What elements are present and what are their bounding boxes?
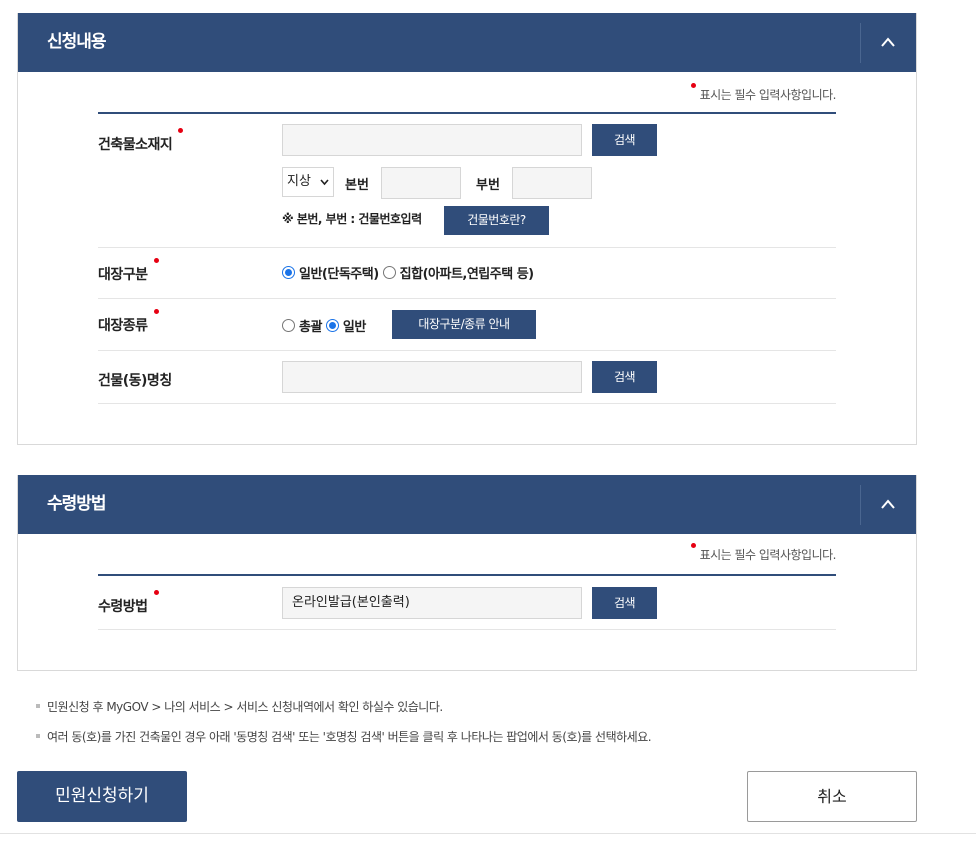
application-panel: 신청내용 표시는 필수 입력사항입니다. 건축물소재지 검색 지상 본번 부번 … <box>17 13 917 445</box>
application-panel-header: 신청내용 <box>18 13 916 72</box>
register-category-label: 대장구분 <box>98 258 159 284</box>
ground-select[interactable]: 지상 <box>282 167 334 197</box>
register-category-radios: 일반(단독주택) 집합(아파트,연립주택 등) <box>282 263 538 282</box>
building-no-help-button[interactable]: 건물번호란? <box>444 206 549 235</box>
notice-item: 여러 동(호)를 가진 건축물인 경우 아래 '동명칭 검색' 또는 '호명칭 … <box>36 728 652 745</box>
receipt-panel-title: 수령방법 <box>47 494 107 514</box>
sub-no-input[interactable] <box>512 167 592 199</box>
row-register-category: 대장구분 일반(단독주택) 집합(아파트,연립주택 등) <box>98 248 836 299</box>
collapse-toggle-button[interactable] <box>860 23 916 63</box>
radio-button[interactable] <box>325 319 339 332</box>
receipt-form: 수령방법 온라인발급(본인출력) 검색 <box>98 574 836 630</box>
register-type-radios: 총괄 일반 <box>282 316 370 335</box>
receipt-method-search-button[interactable]: 검색 <box>592 587 657 619</box>
row-building-location: 건축물소재지 검색 지상 본번 부번 ※ 본번, 부번 : 건물번호입력 건물번… <box>98 114 836 248</box>
building-name-search-button[interactable]: 검색 <box>592 361 657 393</box>
required-dot-icon <box>153 258 159 263</box>
collapse-toggle-button[interactable] <box>860 485 916 525</box>
application-panel-title: 신청내용 <box>47 32 107 52</box>
required-note: 표시는 필수 입력사항입니다. <box>690 543 837 563</box>
receipt-panel: 수령방법 표시는 필수 입력사항입니다. 수령방법 온라인발급(본인출력) 검색 <box>17 475 917 671</box>
radio-summary[interactable]: 총괄 <box>282 316 322 335</box>
building-name-label: 건물(동)명칭 <box>98 373 172 389</box>
radio-button[interactable] <box>282 266 295 279</box>
radio-general[interactable]: 일반 <box>325 316 366 335</box>
register-guide-button[interactable]: 대장구분/종류 안내 <box>392 310 536 339</box>
receipt-panel-header: 수령방법 <box>18 475 916 534</box>
row-register-type: 대장종류 총괄 일반 대장구분/종류 안내 <box>98 299 836 351</box>
required-dot-icon <box>178 128 184 133</box>
receipt-method-label: 수령방법 <box>98 590 159 616</box>
address-input[interactable] <box>282 124 582 156</box>
required-note-text: 표시는 필수 입력사항입니다. <box>699 88 837 102</box>
chevron-down-icon <box>320 179 329 186</box>
notice-item: 민원신청 후 MyGOV > 나의 서비스 > 서비스 신청내역에서 확인 하실… <box>36 698 651 715</box>
chevron-up-icon <box>881 499 895 509</box>
chevron-up-icon <box>881 37 895 47</box>
bottom-divider <box>0 833 976 834</box>
main-no-input[interactable] <box>381 167 461 199</box>
sub-no-label: 부번 <box>476 178 500 193</box>
cancel-button[interactable]: 취소 <box>747 771 917 822</box>
required-dot-icon <box>153 309 159 314</box>
row-building-name: 건물(동)명칭 검색 <box>98 351 836 404</box>
radio-collective[interactable]: 집합(아파트,연립주택 등) <box>382 263 534 282</box>
address-search-button[interactable]: 검색 <box>592 124 657 156</box>
receipt-method-input[interactable]: 온라인발급(본인출력) <box>282 587 582 619</box>
main-no-label: 본번 <box>345 178 369 193</box>
radio-general-detached[interactable]: 일반(단독주택) <box>282 263 379 282</box>
notice-list: 민원신청 후 MyGOV > 나의 서비스 > 서비스 신청내역에서 확인 하실… <box>36 698 652 758</box>
building-location-label: 건축물소재지 <box>98 128 184 154</box>
building-no-hint: ※ 본번, 부번 : 건물번호입력 <box>282 212 422 226</box>
required-dot-icon <box>153 590 159 595</box>
register-type-label: 대장종류 <box>98 309 159 335</box>
building-name-input[interactable] <box>282 361 582 393</box>
radio-button[interactable] <box>382 266 396 279</box>
required-note-text: 표시는 필수 입력사항입니다. <box>699 548 837 562</box>
application-form: 건축물소재지 검색 지상 본번 부번 ※ 본번, 부번 : 건물번호입력 건물번… <box>98 112 836 404</box>
required-dot-icon <box>690 83 696 88</box>
row-receipt-method: 수령방법 온라인발급(본인출력) 검색 <box>98 576 836 630</box>
submit-application-button[interactable]: 민원신청하기 <box>17 771 187 822</box>
required-dot-icon <box>690 543 696 548</box>
radio-button[interactable] <box>282 319 295 332</box>
required-note: 표시는 필수 입력사항입니다. <box>690 83 837 103</box>
